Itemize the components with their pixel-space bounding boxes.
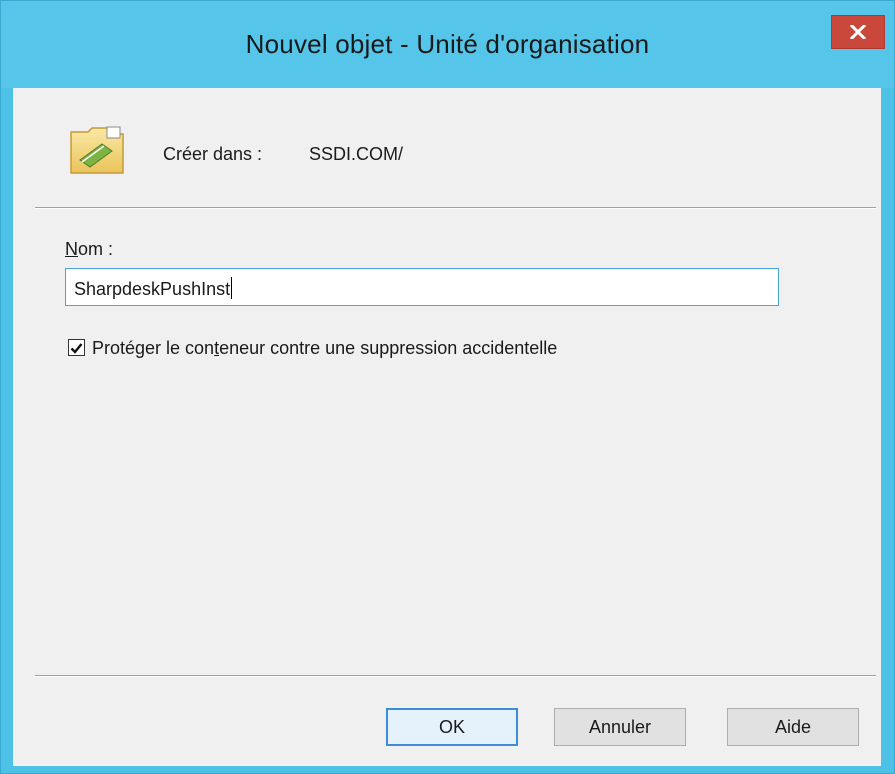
checkmark-icon xyxy=(70,342,83,354)
dialog-body: Créer dans : SSDI.COM/ Nom : SharpdeskPu… xyxy=(13,88,881,766)
dialog-window: Nouvel objet - Unité d'organisation Crée… xyxy=(0,0,895,774)
name-label-text: om : xyxy=(78,239,114,259)
protect-label-part2: eneur contre une suppression accidentell… xyxy=(219,338,558,358)
name-label: Nom : xyxy=(65,239,113,260)
name-input-value: SharpdeskPushInst xyxy=(74,279,231,299)
close-button[interactable] xyxy=(831,15,885,49)
protect-checkbox-label[interactable]: Protéger le conteneur contre une suppres… xyxy=(92,338,557,359)
separator-top xyxy=(35,207,876,209)
create-in-path: SSDI.COM/ xyxy=(309,144,404,164)
window-title: Nouvel objet - Unité d'organisation xyxy=(245,29,650,59)
name-label-mnemonic: N xyxy=(65,239,78,259)
text-caret xyxy=(231,277,233,299)
protect-label-part1: Protéger le con xyxy=(92,338,215,358)
name-input[interactable]: SharpdeskPushInst xyxy=(65,268,779,306)
close-icon xyxy=(850,25,866,39)
organizational-unit-icon xyxy=(70,126,124,174)
cancel-button[interactable]: Annuler xyxy=(554,708,686,746)
protect-checkbox[interactable] xyxy=(68,339,85,356)
separator-bottom xyxy=(35,675,876,677)
ok-button[interactable]: OK xyxy=(386,708,518,746)
title-bar[interactable]: Nouvel objet - Unité d'organisation xyxy=(1,1,894,88)
create-in-label: Créer dans : xyxy=(163,144,263,164)
help-button[interactable]: Aide xyxy=(727,708,859,746)
